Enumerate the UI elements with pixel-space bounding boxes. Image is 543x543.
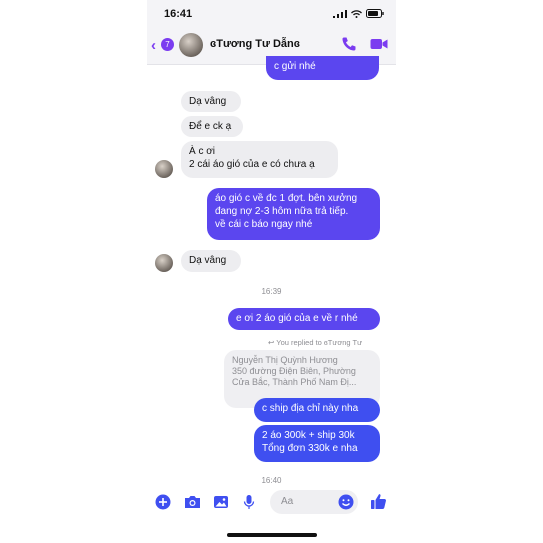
- contact-avatar[interactable]: [179, 33, 203, 57]
- composer-bar: Aa: [147, 486, 396, 518]
- contact-avatar-small[interactable]: [155, 160, 173, 178]
- signal-icon: [333, 9, 347, 18]
- home-indicator: [227, 533, 317, 537]
- wifi-icon: [351, 9, 362, 18]
- contact-name[interactable]: ɞTương Tư Dẫnɞ: [210, 38, 300, 50]
- plus-icon[interactable]: [155, 494, 171, 510]
- reply-arrow-icon: ↩: [268, 338, 275, 347]
- status-bar: 16:41: [147, 0, 396, 28]
- like-icon[interactable]: [370, 493, 387, 510]
- phone-screen: 16:41 ‹ 7 ɞTương Tư Dẫnɞ c gửi nhé Dạ vâ…: [147, 0, 396, 543]
- message-outgoing[interactable]: 2 áo 300k + ship 30k Tổng đơn 330k e nha: [254, 425, 380, 462]
- message-incoming[interactable]: Dạ vâng: [181, 91, 241, 112]
- system-indicators: [333, 9, 384, 18]
- message-incoming[interactable]: Để e ck ạ: [181, 116, 243, 137]
- phone-icon[interactable]: [341, 36, 357, 52]
- mic-icon[interactable]: [243, 494, 255, 510]
- message-outgoing[interactable]: c ship địa chỉ này nha: [254, 398, 380, 422]
- back-chevron-icon[interactable]: ‹: [151, 37, 156, 54]
- unread-count-badge[interactable]: 7: [161, 38, 174, 51]
- message-incoming[interactable]: Dạ vâng: [181, 250, 241, 272]
- timestamp: 16:40: [261, 476, 282, 485]
- battery-icon: [366, 9, 384, 18]
- contact-avatar-small[interactable]: [155, 254, 173, 272]
- timestamp: 16:39: [261, 287, 282, 296]
- image-icon[interactable]: [213, 494, 229, 510]
- status-time: 16:41: [164, 8, 193, 20]
- message-outgoing[interactable]: c gửi nhé: [266, 56, 379, 80]
- reply-context-label: ↩ You replied to ɞTương Tư: [268, 338, 363, 347]
- message-outgoing[interactable]: e ơi 2 áo gió của e về r nhé: [228, 308, 380, 330]
- message-outgoing[interactable]: áo gió c về đc 1 đợt. bên xưởng đang nợ …: [207, 188, 380, 240]
- video-icon[interactable]: [370, 36, 388, 52]
- message-incoming[interactable]: À c ơi 2 cái áo gió của e có chưa ạ: [181, 141, 338, 178]
- camera-icon[interactable]: [184, 494, 201, 510]
- message-input[interactable]: Aa: [270, 490, 358, 514]
- message-input-placeholder: Aa: [281, 496, 294, 507]
- emoji-icon[interactable]: [338, 494, 354, 510]
